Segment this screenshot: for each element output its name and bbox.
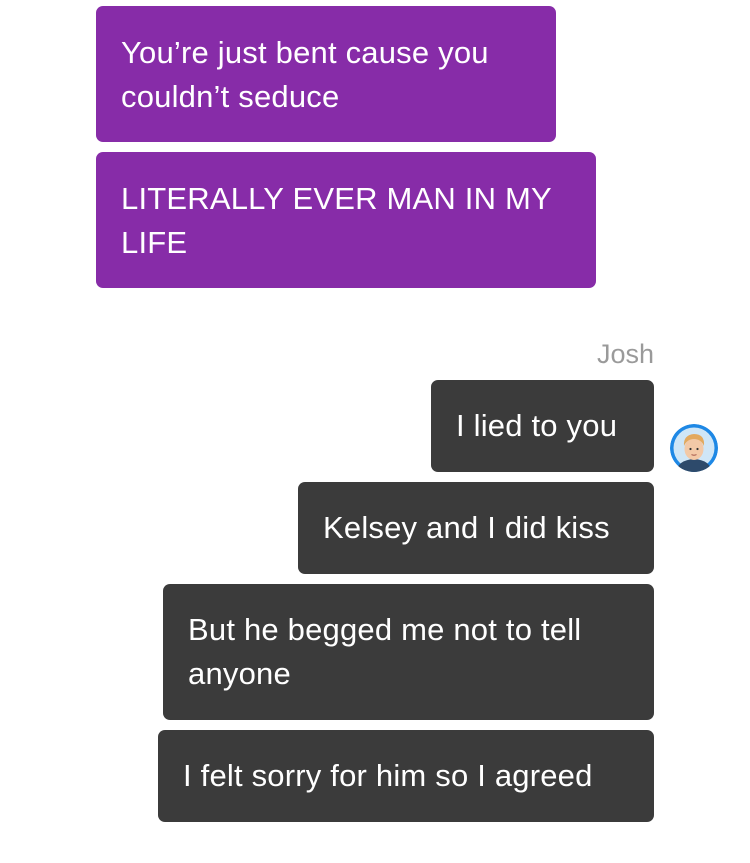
message-text: LITERALLY EVER MAN IN MY LIFE — [121, 181, 552, 260]
message-bubble[interactable]: I felt sorry for him so I agreed — [158, 730, 654, 822]
message-bubble[interactable]: But he begged me not to tell anyone — [163, 584, 654, 720]
sender-name: Josh — [596, 339, 654, 369]
message-bubble[interactable]: I lied to you — [431, 380, 654, 472]
message-text: But he begged me not to tell anyone — [188, 612, 582, 691]
message-bubble[interactable]: LITERALLY EVER MAN IN MY LIFE — [96, 152, 596, 288]
message-bubble[interactable]: You’re just bent cause you couldn’t sedu… — [96, 6, 556, 142]
message-text: I felt sorry for him so I agreed — [183, 758, 593, 793]
message-text: Kelsey and I did kiss — [323, 510, 610, 545]
sender-avatar[interactable] — [670, 424, 718, 472]
message-text: You’re just bent cause you couldn’t sedu… — [121, 35, 489, 114]
message-text: I lied to you — [456, 408, 618, 443]
message-bubble[interactable]: Kelsey and I did kiss — [298, 482, 654, 574]
person-avatar-icon — [670, 424, 718, 472]
